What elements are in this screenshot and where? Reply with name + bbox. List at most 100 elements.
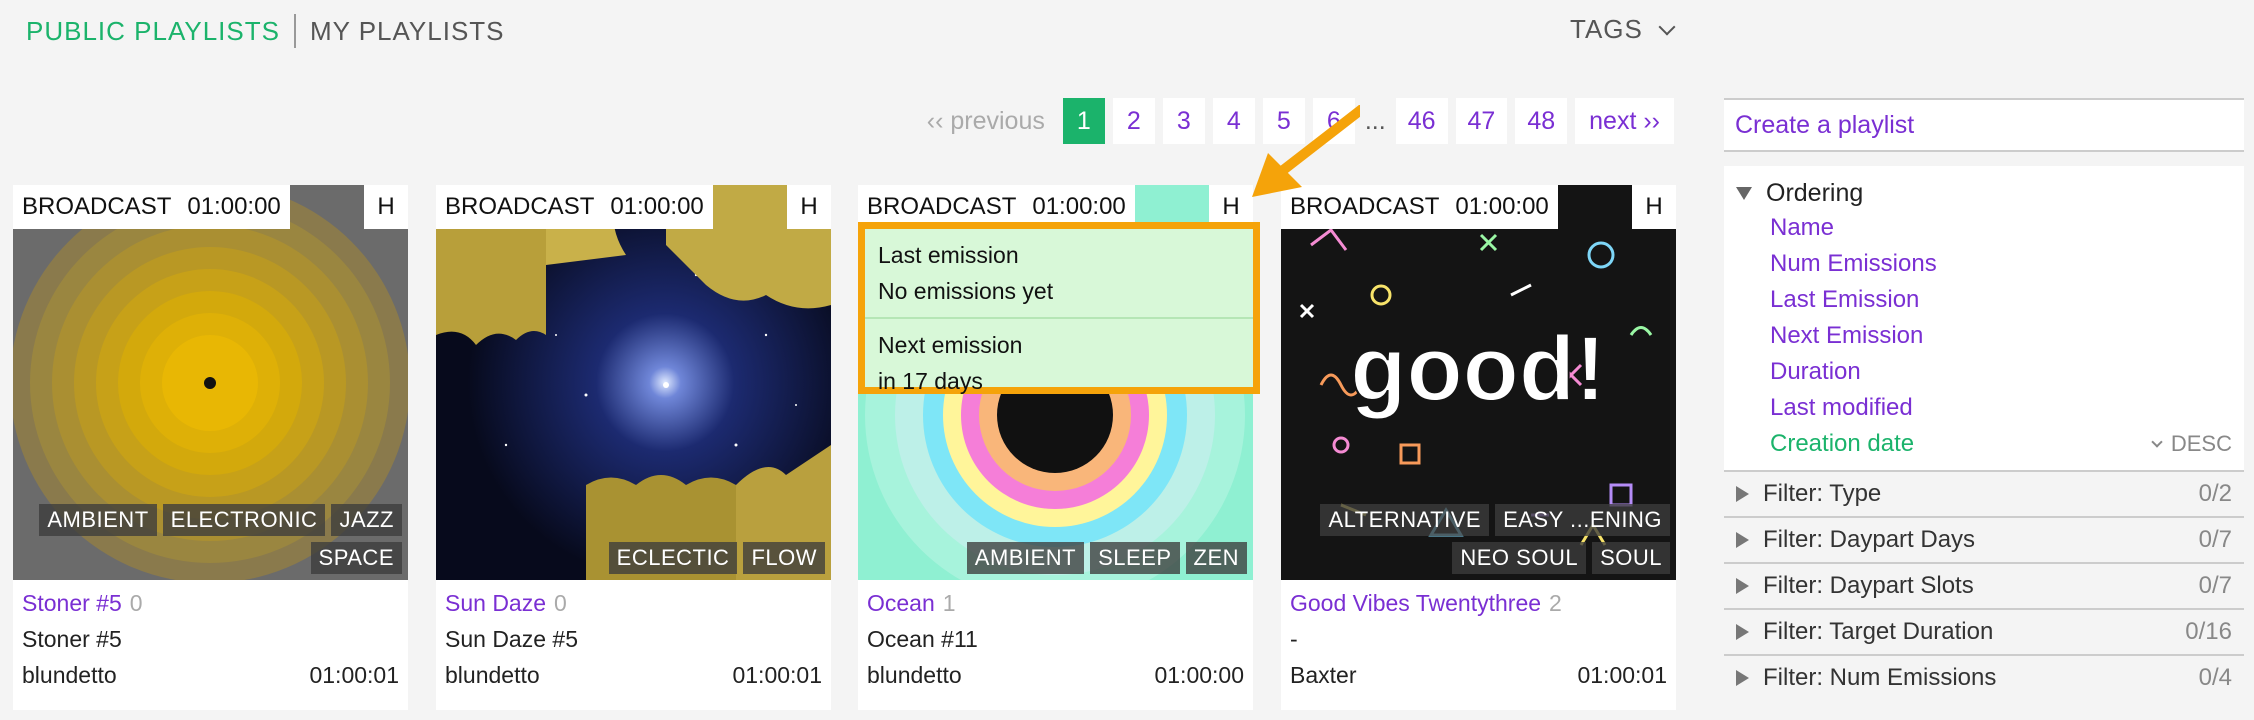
order-option-last-modified[interactable]: Last modified [1736, 390, 2232, 426]
emission-count: 1 [942, 589, 956, 616]
history-button[interactable]: H [1632, 185, 1676, 229]
tag-chip[interactable]: AMBIENT [966, 542, 1085, 574]
tag-chip[interactable]: FLOW [743, 542, 825, 574]
filter-num-emissions[interactable]: Filter: Num Emissions 0/4 [1724, 654, 2244, 700]
tags-dropdown[interactable]: TAGS [1570, 14, 1676, 45]
playlist-length: 01:00:00 [1154, 661, 1244, 688]
filter-label: Filter: Type [1763, 480, 1882, 507]
pagination-ellipsis: ... [1364, 106, 1386, 135]
broadcast-duration: 01:00:00 [610, 193, 704, 220]
next-emission-block: Next emission in 17 days [865, 317, 1253, 407]
last-emission-label: Last emission [878, 242, 1019, 268]
triangle-right-icon [1736, 532, 1749, 548]
playlist-subtitle: Stoner #5 [22, 625, 122, 652]
tag-chip[interactable]: NEO SOUL [1452, 542, 1587, 574]
playlist-artwork[interactable]: good! BROADCAST 01:00:00 H ALTERNATIVE E… [1281, 185, 1676, 580]
playlist-artwork[interactable]: BROADCAST 01:00:00 H AMBIENT ELECTRONIC … [13, 185, 408, 580]
space-curtains-artwork [436, 185, 831, 580]
broadcast-duration: 01:00:00 [1455, 193, 1549, 220]
tag-chip[interactable]: SOUL [1592, 542, 1670, 574]
create-playlist-link[interactable]: Create a playlist [1724, 100, 2244, 152]
chevron-down-icon [2151, 435, 2163, 448]
filter-label: Filter: Num Emissions [1763, 664, 1997, 691]
tab-my-playlists[interactable]: MY PLAYLISTS [310, 16, 505, 47]
tag-list: AMBIENT SLEEP ZEN [867, 542, 1247, 574]
tag-chip[interactable]: SPACE [310, 542, 402, 574]
filter-count: 0/16 [2185, 618, 2232, 645]
card-meta: Stoner #5 0 Stoner #5 blundetto 01:00:01 [13, 585, 408, 693]
triangle-right-icon [1736, 624, 1749, 640]
active-order-label: Creation date [1770, 430, 1915, 457]
tab-divider [293, 14, 296, 48]
next-page-link[interactable]: next ›› [1575, 98, 1674, 144]
broadcast-label: BROADCAST [867, 193, 1017, 220]
filter-label: Filter: Target Duration [1763, 618, 1994, 645]
page-47-link[interactable]: 47 [1455, 98, 1508, 144]
tag-chip[interactable]: AMBIENT [39, 504, 157, 536]
order-option-duration[interactable]: Duration [1736, 354, 2232, 390]
order-option-creation-date[interactable]: Creation date DESC [1736, 426, 2232, 462]
page-1-link[interactable]: 1 [1062, 98, 1105, 144]
tag-chip[interactable]: SLEEP [1090, 542, 1180, 574]
emission-count: 2 [1549, 589, 1562, 616]
tag-chip[interactable]: ZEN [1185, 542, 1247, 574]
last-emission-value: No emissions yet [878, 278, 1054, 304]
last-emission-block: Last emission No emissions yet [865, 229, 1253, 317]
page-2-link[interactable]: 2 [1112, 98, 1155, 144]
tag-list: AMBIENT ELECTRONIC JAZZ SPACE [22, 504, 402, 574]
broadcast-label: BROADCAST [445, 193, 595, 220]
filter-count: 0/7 [2198, 526, 2232, 553]
page-46-link[interactable]: 46 [1395, 98, 1448, 144]
history-button[interactable]: H [787, 185, 831, 229]
good-art-text: good! [1350, 318, 1605, 420]
filter-count: 0/4 [2198, 664, 2232, 691]
ordering-title: Ordering [1766, 178, 1864, 207]
playlist-tabs: PUBLIC PLAYLISTS MY PLAYLISTS [26, 14, 505, 48]
order-option-name[interactable]: Name [1736, 210, 2232, 246]
tag-list: ECLECTIC FLOW [445, 542, 825, 574]
filter-count: 0/7 [2198, 572, 2232, 599]
sort-direction-toggle[interactable]: DESC [2151, 431, 2232, 457]
order-option-last-emission[interactable]: Last Emission [1736, 282, 2232, 318]
page-48-link[interactable]: 48 [1515, 98, 1568, 144]
tag-chip[interactable]: JAZZ [331, 504, 402, 536]
card-header: BROADCAST 01:00:00 [436, 185, 713, 229]
ordering-header[interactable]: Ordering [1736, 176, 2232, 210]
order-option-next-emission[interactable]: Next Emission [1736, 318, 2232, 354]
playlist-title-link[interactable]: Sun Daze [445, 590, 546, 617]
tag-chip[interactable]: ECLECTIC [608, 542, 738, 574]
filter-daypart-days[interactable]: Filter: Daypart Days 0/7 [1724, 516, 2244, 562]
emission-tooltip: Last emission No emissions yet Next emis… [858, 222, 1260, 394]
filter-type[interactable]: Filter: Type 0/2 [1724, 470, 2244, 516]
playlist-card[interactable]: good! BROADCAST 01:00:00 H ALTERNATIVE E… [1281, 185, 1676, 710]
order-option-num-emissions[interactable]: Num Emissions [1736, 246, 2232, 282]
playlist-author: Baxter [1290, 661, 1357, 688]
page-4-link[interactable]: 4 [1212, 98, 1255, 144]
sidebar: Create a playlist Ordering Name Num Emis… [1724, 98, 2244, 700]
highlight-arrow-icon [1252, 105, 1360, 197]
playlist-length: 01:00:01 [309, 661, 399, 688]
sort-direction-label: DESC [2170, 431, 2232, 456]
tag-chip[interactable]: EASY ...ENING [1495, 504, 1670, 536]
playlist-artwork[interactable]: BROADCAST 01:00:00 H ECLECTIC FLOW [436, 185, 831, 580]
ordering-panel: Ordering Name Num Emissions Last Emissio… [1724, 166, 2244, 470]
playlist-length: 01:00:01 [732, 661, 822, 688]
page-3-link[interactable]: 3 [1162, 98, 1205, 144]
tag-chip[interactable]: ALTERNATIVE [1320, 504, 1490, 536]
filter-count: 0/2 [2198, 480, 2232, 507]
tag-chip[interactable]: ELECTRONIC [162, 504, 326, 536]
triangle-right-icon [1736, 486, 1749, 502]
playlist-card[interactable]: BROADCAST 01:00:00 H AMBIENT ELECTRONIC … [13, 185, 408, 710]
broadcast-duration: 01:00:00 [1032, 193, 1126, 220]
playlist-title-link[interactable]: Stoner #5 [22, 590, 122, 617]
filter-target-duration[interactable]: Filter: Target Duration 0/16 [1724, 608, 2244, 654]
filter-daypart-slots[interactable]: Filter: Daypart Slots 0/7 [1724, 562, 2244, 608]
previous-page-link[interactable]: ‹‹ previous [927, 107, 1045, 136]
playlist-title-link[interactable]: Ocean [867, 590, 935, 617]
card-header: BROADCAST 01:00:00 [13, 185, 290, 229]
playlist-subtitle: Ocean #11 [867, 625, 978, 652]
playlist-card[interactable]: BROADCAST 01:00:00 H ECLECTIC FLOW Sun D… [436, 185, 831, 710]
playlist-title-link[interactable]: Good Vibes Twentythree [1290, 590, 1541, 617]
tab-public-playlists[interactable]: PUBLIC PLAYLISTS [26, 16, 280, 47]
history-button[interactable]: H [364, 185, 408, 229]
